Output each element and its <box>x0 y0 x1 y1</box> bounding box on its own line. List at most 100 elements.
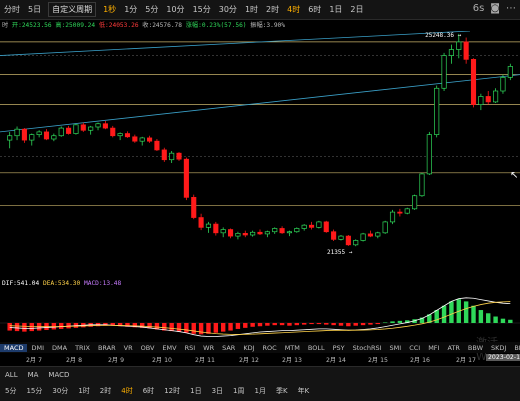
bottom-item[interactable]: 30分 <box>47 386 73 396</box>
indicator-mfi[interactable]: MFI <box>424 344 443 352</box>
indicator-dma[interactable]: DMA <box>48 344 71 352</box>
macd-histogram-bar <box>434 310 439 323</box>
candle-body <box>14 128 20 137</box>
bottom-item[interactable]: 12时 <box>159 386 185 396</box>
price-chart[interactable]: 25248.36 → 21355 → ↖ <box>0 31 520 342</box>
macd-histogram-bar <box>463 301 469 323</box>
indicator-smi[interactable]: SMI <box>386 344 406 352</box>
macd-histogram-bar <box>508 319 513 323</box>
tab-6h[interactable]: 6时 <box>304 4 325 15</box>
indicator-obv[interactable]: OBV <box>137 344 159 352</box>
tab-4h[interactable]: 4时 <box>283 4 304 15</box>
indicator-cci[interactable]: CCI <box>405 344 424 352</box>
candle-body <box>139 137 145 142</box>
macd-value: MACD:13.48 <box>84 280 122 287</box>
bottom-item[interactable]: 1时 <box>73 386 94 396</box>
bottom-item[interactable]: MACD <box>43 371 74 379</box>
macd-dif-value: DIF:541.04 <box>2 280 40 287</box>
date-label: 2月 13 <box>282 357 302 364</box>
indicator-macd[interactable]: MACD <box>0 343 28 352</box>
camera-icon[interactable]: ◙ <box>490 3 500 14</box>
tab-30m[interactable]: 30分 <box>215 4 241 15</box>
candle-body <box>147 137 153 142</box>
indicator-boll[interactable]: BOLL <box>304 344 329 352</box>
bottom-item[interactable]: 5分 <box>0 386 21 396</box>
bottom-item[interactable]: 1周 <box>228 386 249 396</box>
candle-body <box>176 152 182 160</box>
indicator-bbw[interactable]: BBW <box>464 344 487 352</box>
indicator-mtm[interactable]: MTM <box>281 344 304 352</box>
candle-body <box>272 228 278 233</box>
bottom-item[interactable]: 3日 <box>207 386 228 396</box>
bottom-item[interactable]: 6时 <box>138 386 159 396</box>
ohlc-low: 低:24053.26 <box>98 22 139 29</box>
candle-body <box>316 221 322 228</box>
candle-body <box>169 152 175 161</box>
tab-5m[interactable]: 5分 <box>141 4 162 15</box>
bottom-row-indicators: ALL MA MACD <box>0 367 520 383</box>
date-axis: 2月 7 2月 8 2月 9 2月 10 2月 11 2月 12 2月 13 2月 14 2月 … <box>0 354 520 364</box>
bottom-item[interactable]: 季K <box>271 386 293 396</box>
candle-body <box>485 96 491 103</box>
macd-histogram-bar <box>471 305 476 323</box>
indicator-dmi[interactable]: DMI <box>27 344 48 352</box>
candle-body <box>73 124 79 134</box>
indicator-trix[interactable]: TRIX <box>71 344 94 352</box>
bottom-item[interactable]: MA <box>23 371 44 379</box>
macd-histogram-bar <box>331 323 336 326</box>
candle-body <box>29 134 35 141</box>
candle-body <box>161 149 167 161</box>
candle-body <box>404 208 410 214</box>
tab-1h[interactable]: 1时 <box>241 4 262 15</box>
indicator-bias[interactable]: BIAS <box>510 344 520 352</box>
indicator-skdj[interactable]: SKDJ <box>487 344 510 352</box>
bottom-item[interactable]: 15分 <box>21 386 47 396</box>
tab-5day[interactable]: 5日 <box>24 4 45 15</box>
candle-body <box>198 217 204 228</box>
candle-body <box>478 96 484 105</box>
candle-body <box>375 232 381 237</box>
candle-body <box>493 90 499 103</box>
indicator-rsi[interactable]: RSI <box>181 344 200 352</box>
tab-fenshi[interactable]: 分时 <box>0 4 24 15</box>
tab-2h[interactable]: 2时 <box>262 4 283 15</box>
bottom-item[interactable]: 2时 <box>95 386 116 396</box>
bottom-item[interactable]: ALL <box>0 371 23 379</box>
macd-histogram-bar <box>191 323 196 334</box>
indicator-psy[interactable]: PSY <box>329 344 349 352</box>
candle-body <box>80 124 86 131</box>
indicator-brar[interactable]: BRAR <box>94 344 120 352</box>
candle-body <box>294 228 300 233</box>
candle-body <box>389 211 396 223</box>
trend-line[interactable] <box>0 31 471 56</box>
tab-10m[interactable]: 10分 <box>162 4 188 15</box>
tab-1m[interactable]: 1分 <box>120 4 141 15</box>
indicator-emv[interactable]: EMV <box>158 344 180 352</box>
tab-1s[interactable]: 1秒 <box>99 4 120 15</box>
tab-15m[interactable]: 15分 <box>189 4 215 15</box>
bottom-item[interactable]: 1日 <box>185 386 206 396</box>
custom-period-select[interactable]: 自定义周期 <box>48 2 97 17</box>
indicator-roc[interactable]: ROC <box>259 344 281 352</box>
bottom-item[interactable]: 1月 <box>250 386 271 396</box>
candle-body <box>7 135 13 141</box>
macd-histogram-bar <box>213 323 219 333</box>
bottom-item[interactable]: 4时 <box>116 386 137 396</box>
macd-histogram-bar <box>7 323 12 331</box>
tab-1d[interactable]: 1日 <box>325 4 346 15</box>
indicator-sar[interactable]: SAR <box>218 344 239 352</box>
more-icon[interactable]: ⋯ <box>506 3 516 14</box>
indicator-stochrsi[interactable]: StochRSI <box>349 344 386 352</box>
period-6s[interactable]: 6s <box>473 3 485 14</box>
indicator-wr[interactable]: WR <box>199 344 218 352</box>
tab-2d[interactable]: 2日 <box>346 4 367 15</box>
indicator-vr[interactable]: VR <box>120 344 137 352</box>
candle-body <box>205 223 212 228</box>
indicator-atr[interactable]: ATR <box>443 344 463 352</box>
candle-body <box>279 228 285 234</box>
candle-body <box>360 233 366 241</box>
macd-histogram-bar <box>397 320 403 323</box>
bottom-item[interactable]: 年K <box>293 386 315 396</box>
date-label: 2月 17 <box>456 357 476 364</box>
indicator-kdj[interactable]: KDJ <box>239 344 258 352</box>
